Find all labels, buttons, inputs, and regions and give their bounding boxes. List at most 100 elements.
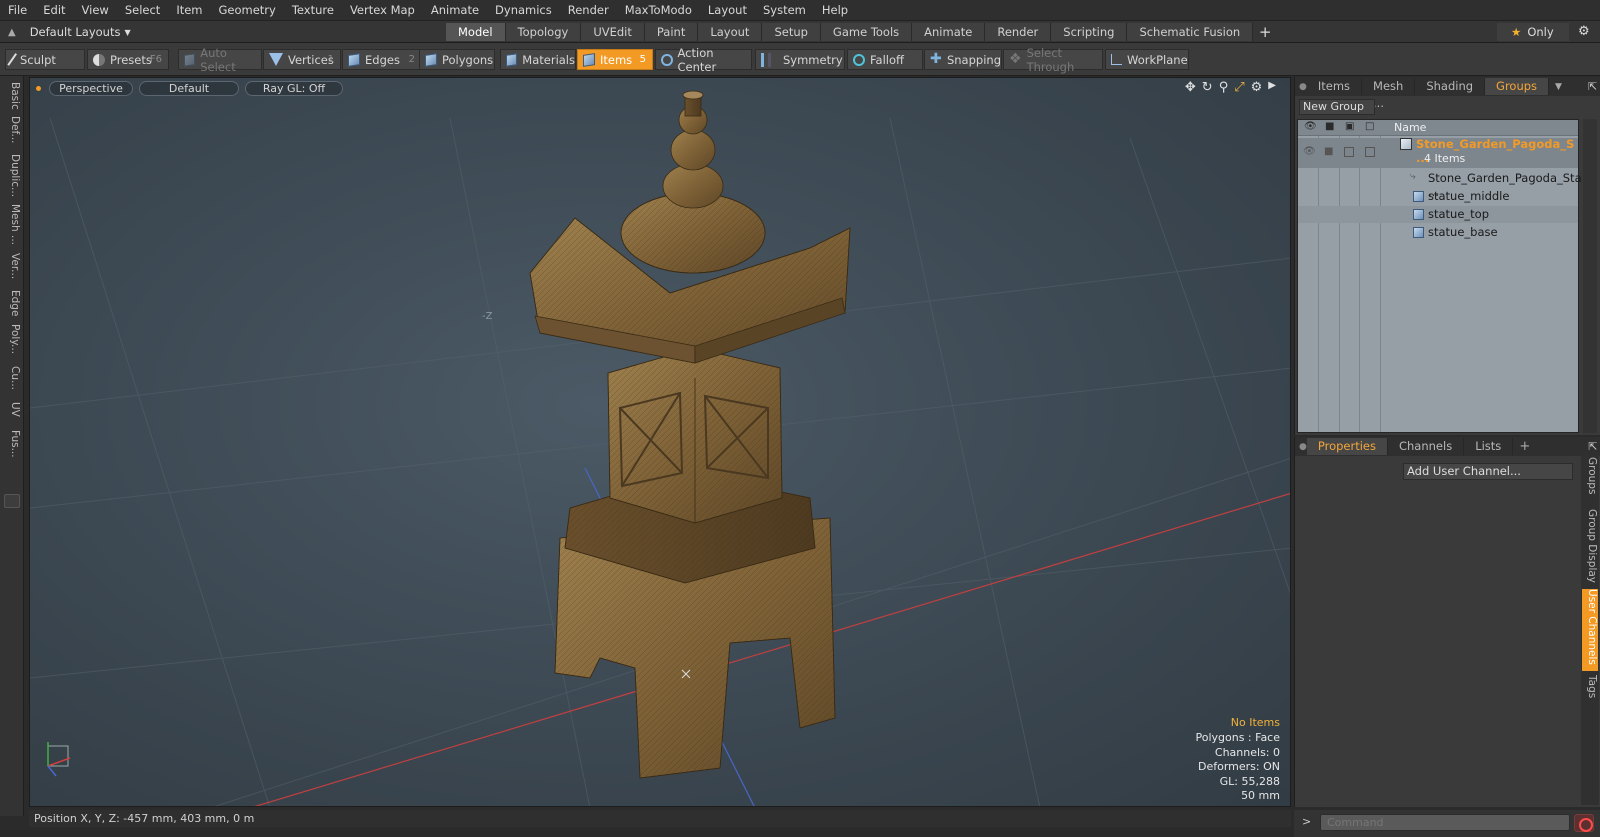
tree-item-label[interactable]: statue_top bbox=[1428, 207, 1489, 221]
tab-shading[interactable]: Shading bbox=[1415, 78, 1486, 95]
tab-channels[interactable]: Channels bbox=[1388, 438, 1465, 455]
tree-item-label[interactable]: statue_middle bbox=[1428, 189, 1509, 203]
left-tab-mesh[interactable]: Mesh ... bbox=[3, 204, 21, 245]
materials-button[interactable]: Materials bbox=[500, 49, 576, 70]
presets-button[interactable]: Presets F6 bbox=[87, 49, 169, 70]
fit-icon[interactable]: ⤢ bbox=[1234, 80, 1244, 95]
menu-view[interactable]: View bbox=[74, 0, 117, 21]
tree-row-group[interactable]: 👁 ■ Stone_Garden_Pagoda_S ... 4 Items bbox=[1298, 137, 1578, 168]
auto-select-button[interactable]: Auto Select bbox=[178, 46, 262, 74]
tab-layout[interactable]: Layout bbox=[698, 23, 763, 41]
panel-menu-dot-icon[interactable]: ● bbox=[1295, 442, 1307, 452]
command-stop-button[interactable] bbox=[1574, 814, 1594, 832]
tab-setup[interactable]: Setup bbox=[762, 23, 821, 41]
group-visibility-eye-icon[interactable]: 👁 bbox=[1303, 146, 1316, 157]
menu-layout[interactable]: Layout bbox=[700, 0, 755, 21]
tree-row-statue-top[interactable]: statue_top bbox=[1298, 206, 1578, 223]
tab-uvedit[interactable]: UVEdit bbox=[581, 23, 645, 41]
shading-mode-button[interactable]: Default bbox=[139, 80, 239, 96]
menu-maxtomodo[interactable]: MaxToModo bbox=[617, 0, 700, 21]
select-icon[interactable]: □ bbox=[1365, 121, 1374, 132]
side-tab-groups[interactable]: Groups bbox=[1582, 457, 1598, 505]
vertices-button[interactable]: Vertices 1 bbox=[263, 49, 341, 70]
tree-item-label[interactable]: statue_base bbox=[1428, 225, 1498, 239]
snapping-button[interactable]: ✚ Snapping bbox=[924, 49, 1002, 70]
tab-groups[interactable]: Groups bbox=[1485, 78, 1550, 95]
side-tab-tags[interactable]: Tags bbox=[1582, 675, 1598, 709]
tab-scripting[interactable]: Scripting bbox=[1051, 23, 1128, 41]
tab-paint[interactable]: Paint bbox=[644, 23, 699, 41]
name-column-header[interactable]: Name bbox=[1394, 121, 1426, 134]
add-user-channel-button[interactable]: Add User Channel... bbox=[1403, 463, 1573, 480]
left-tab-deform[interactable]: Def... bbox=[3, 116, 21, 144]
workplane-button[interactable]: WorkPlane bbox=[1105, 49, 1189, 70]
raygl-button[interactable]: Ray GL: Off bbox=[245, 80, 343, 96]
left-tab-vertex[interactable]: Ver... bbox=[3, 253, 21, 279]
render-icon[interactable]: ■ bbox=[1325, 121, 1334, 132]
menu-file[interactable]: File bbox=[0, 0, 35, 21]
tab-lists[interactable]: Lists bbox=[1464, 438, 1514, 455]
tree-row-statue-middle[interactable]: statue_middle bbox=[1298, 188, 1578, 205]
panel-dropdown-icon[interactable]: ▼ bbox=[1555, 82, 1562, 92]
side-tab-group-display[interactable]: Group Display bbox=[1582, 509, 1598, 585]
menu-select[interactable]: Select bbox=[117, 0, 168, 21]
collapse-arrow-icon[interactable]: ▲ bbox=[8, 27, 16, 38]
menu-render[interactable]: Render bbox=[560, 0, 617, 21]
left-tabs-toggle-button[interactable] bbox=[4, 494, 20, 508]
group-lock-checkbox[interactable] bbox=[1344, 147, 1354, 157]
left-tab-polygon[interactable]: Poly... bbox=[3, 324, 21, 354]
menu-item[interactable]: Item bbox=[168, 0, 210, 21]
left-tab-fusion[interactable]: Fus... bbox=[3, 430, 21, 458]
expand-right-icon[interactable]: ▶ bbox=[1268, 80, 1276, 95]
tab-mesh[interactable]: Mesh ... bbox=[1362, 78, 1416, 110]
panel-menu-dot-icon[interactable]: ● bbox=[1295, 82, 1307, 92]
new-group-button[interactable]: New Group bbox=[1299, 99, 1375, 115]
tab-animate[interactable]: Animate bbox=[912, 23, 986, 41]
viewport-settings-gear-icon[interactable]: ⚙ bbox=[1251, 80, 1263, 95]
pan-icon[interactable]: ✥ bbox=[1185, 80, 1196, 95]
tab-model[interactable]: Model bbox=[446, 23, 506, 41]
left-tab-curve[interactable]: Cu... bbox=[3, 366, 21, 390]
menu-animate[interactable]: Animate bbox=[423, 0, 487, 21]
group-render-icon[interactable]: ■ bbox=[1324, 146, 1333, 157]
menu-geometry[interactable]: Geometry bbox=[211, 0, 284, 21]
add-tab-plus-icon[interactable]: + bbox=[1519, 439, 1530, 454]
tab-topology[interactable]: Topology bbox=[505, 23, 582, 41]
items-button[interactable]: Items 5 bbox=[577, 49, 653, 70]
sculpt-button[interactable]: Sculpt bbox=[5, 49, 85, 70]
left-tab-basic[interactable]: Basic bbox=[3, 82, 21, 110]
tree-scrollbar[interactable] bbox=[1583, 119, 1597, 433]
lock-icon[interactable]: ▣ bbox=[1345, 121, 1354, 132]
3d-viewport[interactable]: Perspective Default Ray GL: Off ✥ ↻ ⚲ ⤢ … bbox=[29, 77, 1291, 807]
side-tab-user-channels[interactable]: User Channels bbox=[1582, 589, 1598, 671]
layout-dropdown[interactable]: ▲ Default Layouts ▼ bbox=[8, 23, 131, 41]
gear-icon[interactable]: ⚙ bbox=[1578, 24, 1590, 39]
tab-properties[interactable]: Properties bbox=[1306, 438, 1388, 455]
edges-button[interactable]: Edges 2 bbox=[342, 49, 422, 70]
menu-help[interactable]: Help bbox=[814, 0, 856, 21]
polygons-button[interactable]: Polygons bbox=[419, 49, 495, 70]
expand-panel-icon[interactable]: ⇱ bbox=[1588, 440, 1597, 453]
tab-game-tools[interactable]: Game Tools bbox=[820, 23, 913, 41]
left-tab-duplicate[interactable]: Duplic... bbox=[3, 154, 21, 197]
group-select-checkbox[interactable] bbox=[1365, 147, 1375, 157]
menu-dynamics[interactable]: Dynamics bbox=[487, 0, 560, 21]
left-tab-uv[interactable]: UV bbox=[3, 402, 21, 417]
visibility-eye-icon[interactable]: 👁 bbox=[1304, 121, 1317, 132]
tree-row-statue-base[interactable]: statue_base bbox=[1298, 224, 1578, 241]
symmetry-button[interactable]: Symmetry bbox=[755, 49, 845, 70]
menu-system[interactable]: System bbox=[755, 0, 814, 21]
command-input[interactable] bbox=[1320, 814, 1570, 831]
tab-items[interactable]: Items bbox=[1307, 78, 1363, 95]
tree-row-mesh[interactable]: ⤷ Stone_Garden_Pagoda_Sta ... bbox=[1298, 170, 1582, 199]
view-mode-button[interactable]: Perspective bbox=[49, 80, 133, 96]
zoom-icon[interactable]: ⚲ bbox=[1219, 80, 1229, 95]
action-center-button[interactable]: Action Center bbox=[655, 46, 752, 74]
menu-texture[interactable]: Texture bbox=[284, 0, 342, 21]
rotate-icon[interactable]: ↻ bbox=[1202, 80, 1213, 95]
left-tab-edge[interactable]: Edge bbox=[3, 290, 21, 316]
tab-schematic-fusion[interactable]: Schematic Fusion bbox=[1127, 23, 1254, 41]
select-through-button[interactable]: ❖ Select Through bbox=[1003, 46, 1103, 74]
menu-edit[interactable]: Edit bbox=[35, 0, 73, 21]
only-button[interactable]: ★ Only bbox=[1497, 23, 1569, 41]
